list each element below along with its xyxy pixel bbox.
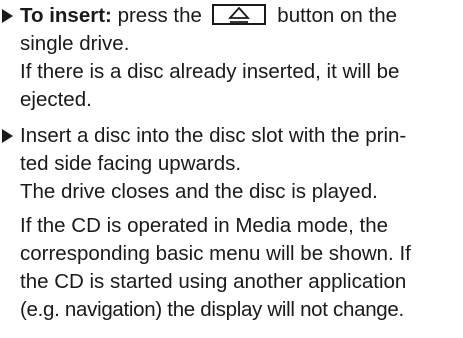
note-line-2: corresponding basic menu will be shown. … [20,242,411,265]
step-disc-line-3: The drive closes and the disc is played. [20,180,378,203]
eject-key-symbol [211,4,266,25]
eject-icon [227,7,250,23]
step-bullet-icon [2,9,13,23]
note-line-4: (e.g. navigation) the display will not c… [20,298,404,321]
step-insert-line-3: If there is a disc already inserted, it … [20,60,400,83]
step-insert-line-1: To insert: press the button on the [20,2,463,30]
step-insert-disc: Insert a disc into the disc slot with th… [0,122,463,324]
step-disc-line-2: ted side facing upwards. [20,152,242,175]
step-insert-text-before: press the [111,4,202,27]
step-insert-line-4: ejected. [20,88,92,111]
step-disc-line-1: Insert a disc into the disc slot with th… [20,124,407,147]
step-insert-text-after: button on the [271,4,397,27]
step-insert: To insert: press the button on the singl… [0,2,463,114]
note-line-1: If the CD is operated in Media mode, the [20,214,389,237]
step-bullet-icon [2,129,13,143]
step-insert-lead: To insert: [20,4,112,27]
instruction-document: To insert: press the button on the singl… [0,0,463,324]
step-insert-line-2: single drive. [20,32,130,55]
note-line-3: the CD is started using another applicat… [20,270,407,293]
